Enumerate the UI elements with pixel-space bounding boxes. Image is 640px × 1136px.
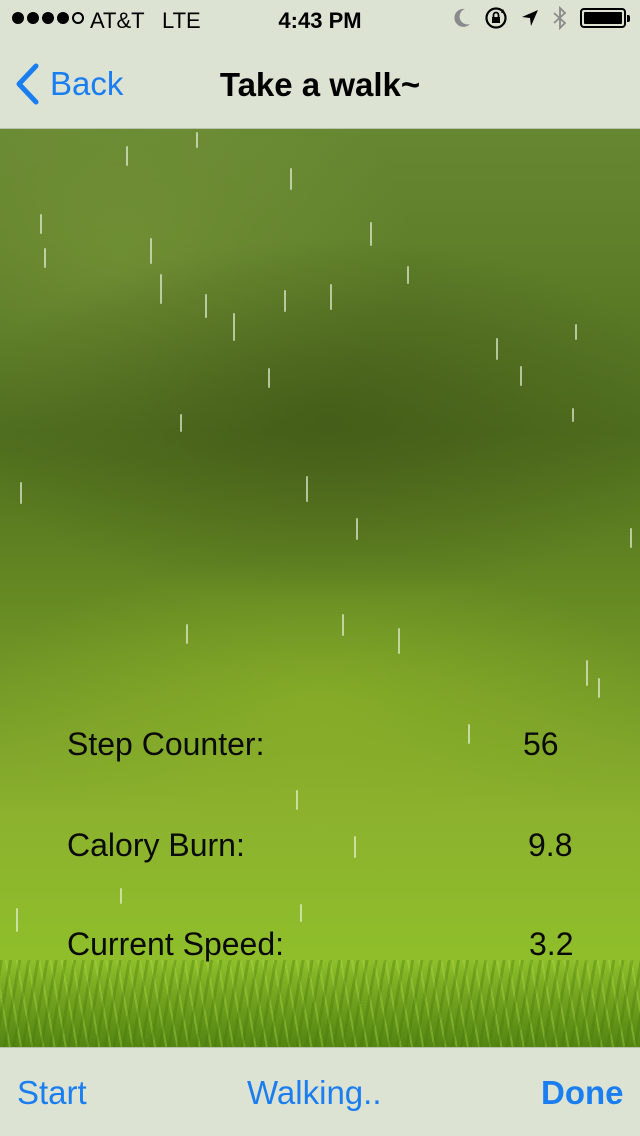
current-speed-value: 3.2 (529, 926, 574, 962)
start-button[interactable]: Start (17, 1074, 87, 1112)
step-counter-label: Step Counter: (67, 726, 265, 762)
step-counter-value: 56 (523, 726, 559, 762)
current-speed-label: Current Speed: (67, 926, 285, 962)
status-bar: AT&T LTE 4:43 PM (0, 0, 640, 40)
calory-burn-value: 9.8 (528, 827, 573, 863)
location-arrow-icon (522, 10, 538, 26)
bottom-toolbar: Start Walking.. Done (0, 1047, 640, 1136)
rotation-lock-icon (485, 7, 507, 29)
navigation-bar: Back Take a walk~ (0, 40, 640, 129)
done-button[interactable]: Done (541, 1074, 624, 1112)
battery-icon (580, 8, 630, 28)
bluetooth-icon (553, 6, 567, 30)
calory-burn-label: Calory Burn: (67, 827, 245, 863)
moon-icon (454, 8, 470, 27)
screen: AT&T LTE 4:43 PM Back Take a walk~ Step … (0, 0, 640, 1136)
rain-overlay (0, 128, 640, 1048)
walking-status-button[interactable]: Walking.. (247, 1074, 381, 1112)
page-title: Take a walk~ (219, 66, 421, 103)
grass-foreground (0, 960, 640, 1060)
status-icons (452, 6, 630, 30)
